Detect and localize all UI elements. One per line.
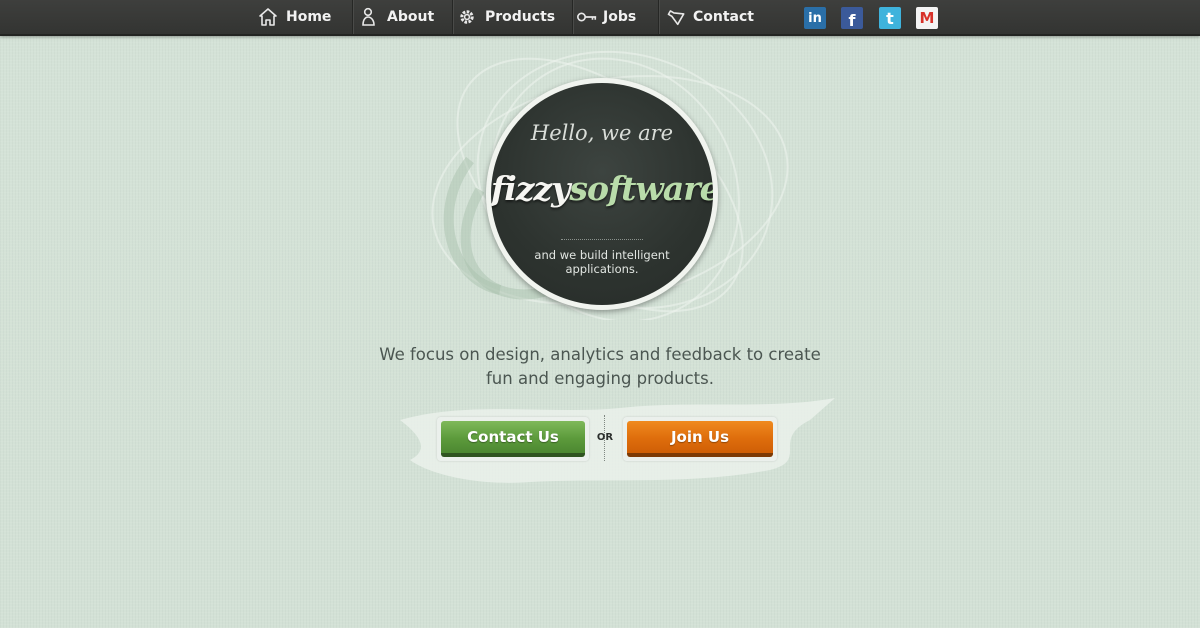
- page: Home About Products Jobs Contact in f t …: [0, 0, 1200, 628]
- join-us-button[interactable]: Join Us: [627, 421, 773, 457]
- nav-item-products[interactable]: Products: [456, 0, 555, 34]
- nav-label-products: Products: [485, 9, 556, 25]
- headline: We focus on design, analytics and feedba…: [340, 343, 860, 391]
- nav-label-home: Home: [286, 9, 332, 25]
- join-button-frame: Join Us: [623, 417, 777, 461]
- contact-button-frame: Contact Us: [437, 417, 589, 461]
- nav-item-about[interactable]: About: [358, 0, 434, 34]
- brand-part-software: software: [569, 169, 713, 208]
- home-icon: [257, 6, 279, 28]
- facebook-link[interactable]: f: [841, 7, 863, 30]
- gmail-link[interactable]: M: [916, 7, 938, 29]
- nav-label-contact: Contact: [693, 9, 754, 25]
- twitter-icon: t: [886, 8, 894, 28]
- or-label: OR: [596, 432, 614, 443]
- nav-label-about: About: [387, 9, 435, 25]
- contact-us-button[interactable]: Contact Us: [441, 421, 585, 457]
- linkedin-link[interactable]: in: [804, 7, 826, 29]
- top-nav-bar: Home About Products Jobs Contact in f t …: [0, 0, 1200, 36]
- brand-logo: fizzysoftware: [491, 169, 713, 208]
- gear-icon: [456, 6, 478, 28]
- nav-item-jobs[interactable]: Jobs: [576, 0, 636, 34]
- tagline-text: and we build intelligent applications.: [534, 248, 670, 276]
- hero-badge: Hello, we are fizzysoftware and we build…: [486, 78, 718, 310]
- nav-divider: [452, 0, 453, 34]
- nav-label-jobs: Jobs: [603, 9, 637, 25]
- facebook-icon: f: [848, 10, 856, 30]
- nav-divider: [658, 0, 659, 34]
- headline-line-1: We focus on design, analytics and feedba…: [379, 345, 821, 364]
- headline-line-2: fun and engaging products.: [486, 369, 714, 388]
- key-icon: [576, 6, 598, 28]
- gmail-icon: M: [919, 9, 935, 27]
- person-icon: [358, 6, 380, 28]
- nav-divider: [572, 0, 573, 34]
- badge-divider: [561, 239, 643, 240]
- twitter-link[interactable]: t: [879, 7, 901, 29]
- nav-item-home[interactable]: Home: [257, 0, 331, 34]
- brand-part-fizzy: fizzy: [491, 169, 570, 208]
- greeting-text: Hello, we are: [530, 121, 674, 145]
- nav-divider: [352, 0, 353, 34]
- linkedin-icon: in: [808, 10, 822, 26]
- megaphone-icon: [664, 6, 686, 28]
- badge-inner: Hello, we are fizzysoftware and we build…: [491, 83, 713, 305]
- nav-item-contact[interactable]: Contact: [664, 0, 754, 34]
